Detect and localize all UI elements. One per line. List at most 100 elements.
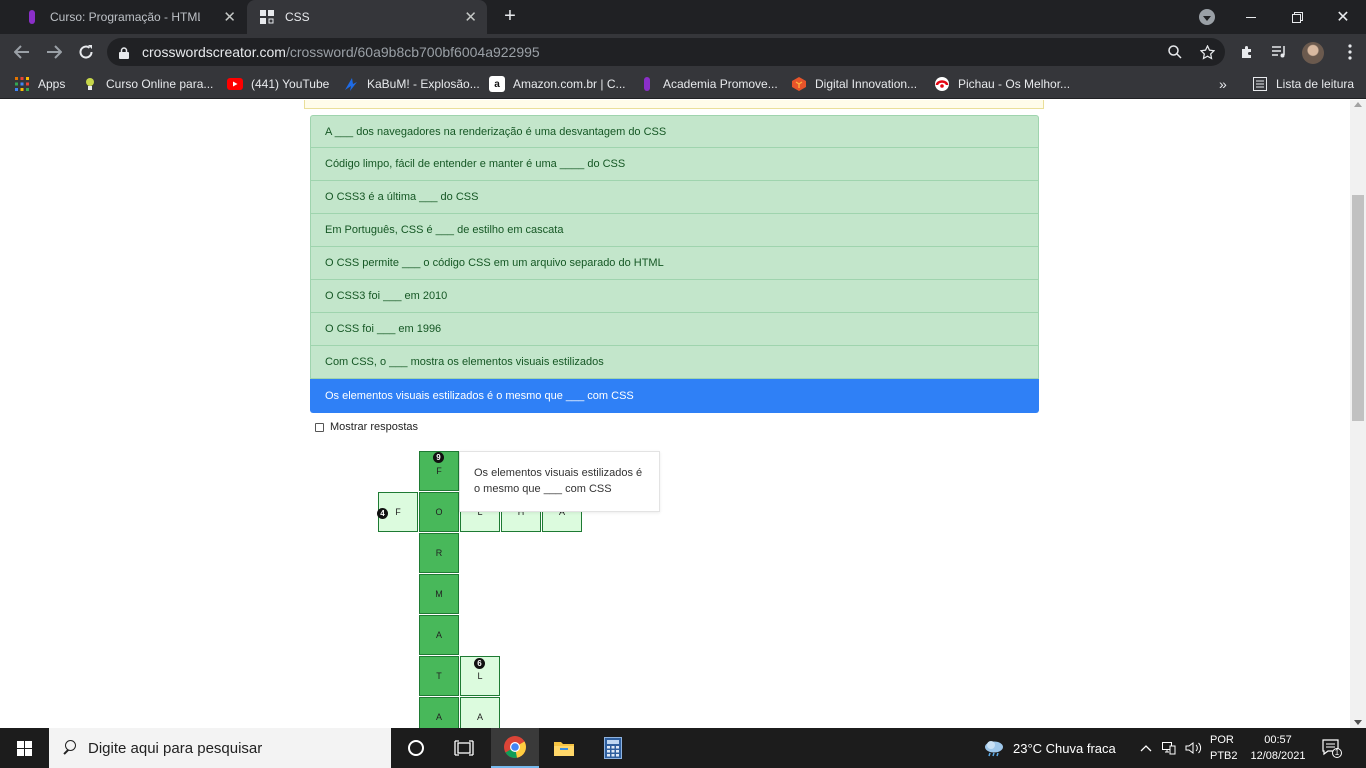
cell-letter: A [476, 712, 483, 722]
lock-icon[interactable] [119, 46, 129, 59]
windows-start-button[interactable] [0, 728, 48, 768]
clue-item[interactable]: Código limpo, fácil de entender e manter… [310, 148, 1039, 181]
clue-item-active[interactable]: Os elementos visuais estilizados é o mes… [310, 379, 1039, 413]
crossword-cell[interactable]: A [460, 697, 500, 728]
show-hidden-icons-chevron-icon[interactable] [1140, 728, 1152, 768]
notification-center-icon[interactable]: 1 [1322, 738, 1342, 758]
reload-button[interactable] [72, 38, 100, 66]
reading-list-label: Lista de leitura [1276, 77, 1355, 91]
weather-widget[interactable]: 23°C Chuva fraca [983, 728, 1116, 768]
crossword-cell[interactable]: O [419, 492, 459, 532]
cell-letter: A [435, 712, 442, 722]
reading-list-icon [1252, 76, 1268, 92]
show-answers-checkbox[interactable] [315, 422, 324, 432]
cell-letter: L [477, 671, 483, 681]
file-explorer-button[interactable] [540, 728, 588, 768]
bookmark-label: Pichau - Os Melhor... [958, 77, 1071, 91]
more-menu-icon[interactable] [1340, 42, 1360, 62]
system-clock[interactable]: 00:57 12/08/2021 [1247, 732, 1309, 764]
bookmark-label: Digital Innovation... [815, 77, 918, 91]
crossword-cell[interactable]: A [419, 697, 459, 728]
forward-button[interactable] [40, 38, 68, 66]
notification-count: 1 [1334, 748, 1340, 757]
clue-item[interactable]: O CSS3 foi ___ em 2010 [310, 280, 1039, 313]
clue-item[interactable]: O CSS permite ___ o código CSS em um arq… [310, 247, 1039, 280]
page-content: A ___ dos navegadores na renderização é … [0, 100, 1350, 728]
extensions-puzzle-icon[interactable] [1237, 42, 1257, 62]
crossword-cell[interactable]: T [419, 656, 459, 696]
bookmark-kabum[interactable]: KaBuM! - Explosão... [343, 75, 480, 93]
bookmark-amazon[interactable]: a Amazon.com.br | C... [489, 75, 625, 93]
clue-number-badge: 6 [474, 658, 485, 669]
tab-title: CSS [285, 10, 310, 24]
dio-icon [791, 76, 807, 92]
crossword-cell[interactable]: A [419, 615, 459, 655]
cortana-button[interactable] [392, 728, 440, 768]
new-tab-button[interactable]: + [499, 5, 521, 27]
clue-list: A ___ dos navegadores na renderização é … [310, 115, 1039, 413]
bookmark-digital-innovation[interactable]: Digital Innovation... [791, 75, 917, 93]
dio-logo-icon [24, 9, 40, 25]
clue-item[interactable]: O CSS foi ___ em 1996 [310, 313, 1039, 346]
crossword-cell[interactable]: R [419, 533, 459, 573]
tab-search-icon[interactable] [1199, 9, 1215, 25]
url-path: /crossword/60a9b8cb700bf6004a922995 [285, 44, 540, 60]
weather-text: 23°C Chuva fraca [1013, 740, 1116, 756]
amazon-icon: a [489, 76, 505, 92]
language-code: POR [1210, 734, 1234, 746]
clock-date: 12/08/2021 [1250, 750, 1306, 762]
bookmark-curso-online[interactable]: Curso Online para... [82, 75, 213, 93]
cell-letter: F [395, 507, 401, 517]
volume-icon[interactable] [1185, 728, 1203, 768]
network-icon[interactable] [1162, 728, 1176, 768]
address-bar[interactable]: crosswordscreator.com/crossword/60a9b8cb… [107, 38, 1225, 66]
cell-letter: A [435, 630, 442, 640]
close-tab-icon[interactable]: ✕ [223, 8, 236, 26]
tab-course[interactable]: Curso: Programação - HTML e CSS ✕ [12, 0, 246, 34]
windows-logo-icon [16, 740, 32, 756]
bookmark-label: Apps [38, 77, 66, 91]
chrome-taskbar-button[interactable] [491, 728, 539, 768]
bookmark-academia[interactable]: Academia Promove... [639, 75, 778, 93]
restore-button[interactable] [1274, 0, 1320, 34]
bookmark-label: Academia Promove... [663, 77, 778, 91]
cell-letter: O [435, 507, 443, 517]
clue-number-badge: 9 [433, 452, 444, 463]
bookmark-label: (441) YouTube [251, 77, 330, 91]
taskbar-search-box[interactable]: Digite aqui para pesquisar [49, 728, 391, 768]
minimize-button[interactable] [1228, 0, 1274, 34]
bookmarks-bar: Apps Curso Online para... (441) YouTube … [0, 70, 1366, 99]
calculator-icon [604, 737, 622, 759]
cell-letter: T [436, 671, 442, 681]
zoom-search-icon[interactable] [1165, 42, 1185, 62]
info-alert-bottom-edge [304, 100, 1044, 109]
scroll-up-arrow-icon[interactable] [1354, 102, 1362, 107]
task-view-button[interactable] [440, 728, 488, 768]
scroll-down-arrow-icon[interactable] [1354, 720, 1362, 725]
more-bookmarks-chevron-icon[interactable]: » [1219, 75, 1227, 93]
crossword-cell[interactable]: M [419, 574, 459, 614]
close-tab-icon[interactable]: ✕ [464, 8, 477, 26]
back-button[interactable] [8, 38, 36, 66]
media-queue-icon[interactable] [1269, 42, 1289, 62]
bookmark-star-icon[interactable] [1197, 42, 1217, 62]
clue-item[interactable]: A ___ dos navegadores na renderização é … [310, 115, 1039, 148]
clue-item[interactable]: O CSS3 é a última ___ do CSS [310, 181, 1039, 214]
browser-tab-strip: Curso: Programação - HTML e CSS ✕ CSS ✕ … [0, 0, 1366, 34]
scroll-thumb[interactable] [1352, 195, 1364, 421]
clue-tooltip: Os elementos visuais estilizados é o mes… [459, 451, 660, 512]
bookmark-pichau[interactable]: Pichau - Os Melhor... [934, 75, 1070, 93]
clue-item[interactable]: Com CSS, o ___ mostra os elementos visua… [310, 346, 1039, 379]
tab-css[interactable]: CSS ✕ [247, 0, 487, 34]
bookmark-youtube[interactable]: (441) YouTube [227, 75, 329, 93]
show-answers-label: Mostrar respostas [330, 421, 419, 433]
input-language-indicator[interactable]: POR PTB2 [1210, 732, 1238, 764]
show-answers-toggle[interactable]: Mostrar respostas [315, 421, 418, 433]
close-window-button[interactable]: ✕ [1320, 0, 1366, 34]
bookmark-apps[interactable]: Apps [14, 75, 65, 93]
reading-list-button[interactable]: Lista de leitura [1252, 75, 1354, 93]
clue-item[interactable]: Em Português, CSS é ___ de estilho em ca… [310, 214, 1039, 247]
calculator-button[interactable] [589, 728, 637, 768]
page-scrollbar[interactable] [1350, 100, 1366, 728]
profile-avatar[interactable] [1302, 42, 1324, 64]
